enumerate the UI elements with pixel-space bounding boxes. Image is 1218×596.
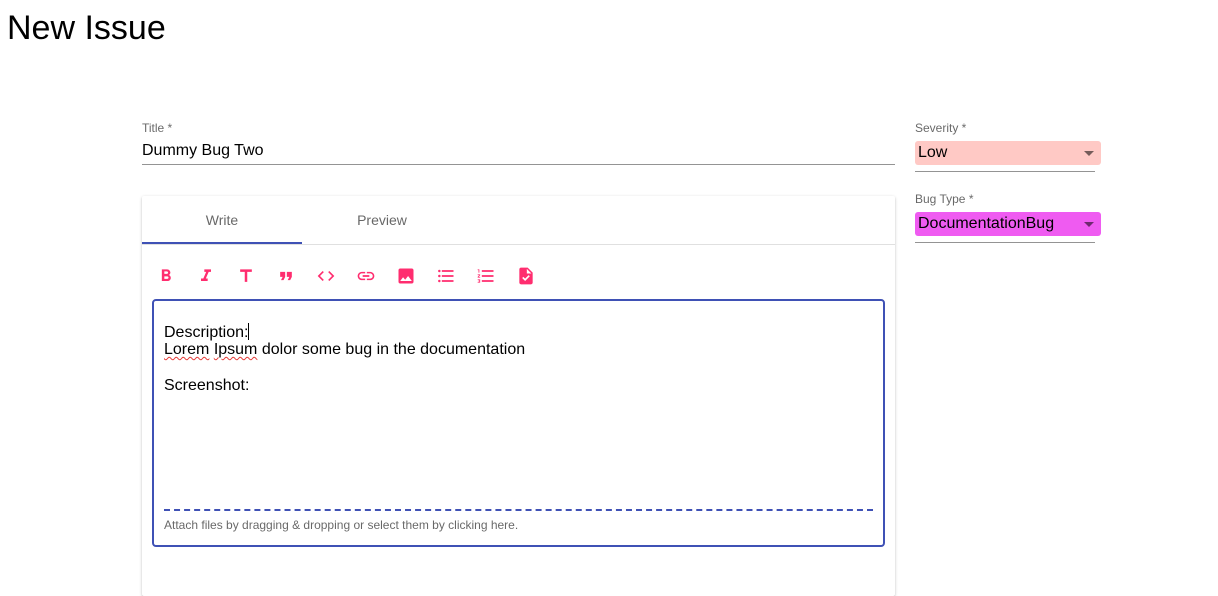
editor-line: Lorem Ipsum dolor some bug in the docume… <box>164 341 526 358</box>
italic-icon[interactable] <box>192 262 220 290</box>
active-tab-indicator <box>142 242 302 244</box>
markdown-editor: Write Preview Description: Lorem Ipsum d… <box>142 196 895 596</box>
editor-tabs: Write Preview <box>142 196 895 245</box>
file-dropzone-hint[interactable]: Attach files by dragging & dropping or s… <box>164 518 518 532</box>
misspelled-word: Ipsum <box>213 341 258 358</box>
quote-icon[interactable] <box>272 262 300 290</box>
misspelled-word: Lorem <box>164 341 210 358</box>
editor-line: Description: <box>164 323 250 341</box>
dropzone-divider <box>164 509 873 511</box>
bug-type-label: Bug Type * <box>915 192 974 206</box>
image-icon[interactable] <box>392 262 420 290</box>
editor-line: Screenshot: <box>164 377 250 394</box>
unordered-list-icon[interactable] <box>432 262 460 290</box>
bug-type-value: DocumentationBug <box>918 215 1055 232</box>
dropdown-arrow-icon <box>1084 151 1094 156</box>
code-icon[interactable] <box>312 262 340 290</box>
header-icon[interactable] <box>232 262 260 290</box>
page-title: New Issue <box>7 9 166 47</box>
bold-icon[interactable] <box>152 262 180 290</box>
severity-value: Low <box>918 144 948 161</box>
tab-preview[interactable]: Preview <box>302 196 462 244</box>
bug-type-select[interactable]: DocumentationBug <box>915 212 1101 236</box>
bug-type-underline <box>915 242 1095 243</box>
ordered-list-icon[interactable] <box>472 262 500 290</box>
title-label: Title * <box>142 121 173 135</box>
tab-write[interactable]: Write <box>142 196 302 244</box>
title-input[interactable] <box>142 138 895 165</box>
severity-underline <box>915 171 1095 172</box>
checked-list-icon[interactable] <box>512 262 540 290</box>
text-caret <box>248 323 250 340</box>
dropdown-arrow-icon <box>1084 222 1094 227</box>
link-icon[interactable] <box>352 262 380 290</box>
markdown-textarea[interactable]: Description: Lorem Ipsum dolor some bug … <box>152 299 885 547</box>
editor-blank-line <box>164 359 525 377</box>
severity-label: Severity * <box>915 121 967 135</box>
editor-text: Description: Lorem Ipsum dolor some bug … <box>164 323 525 395</box>
severity-select[interactable]: Low <box>915 141 1101 165</box>
